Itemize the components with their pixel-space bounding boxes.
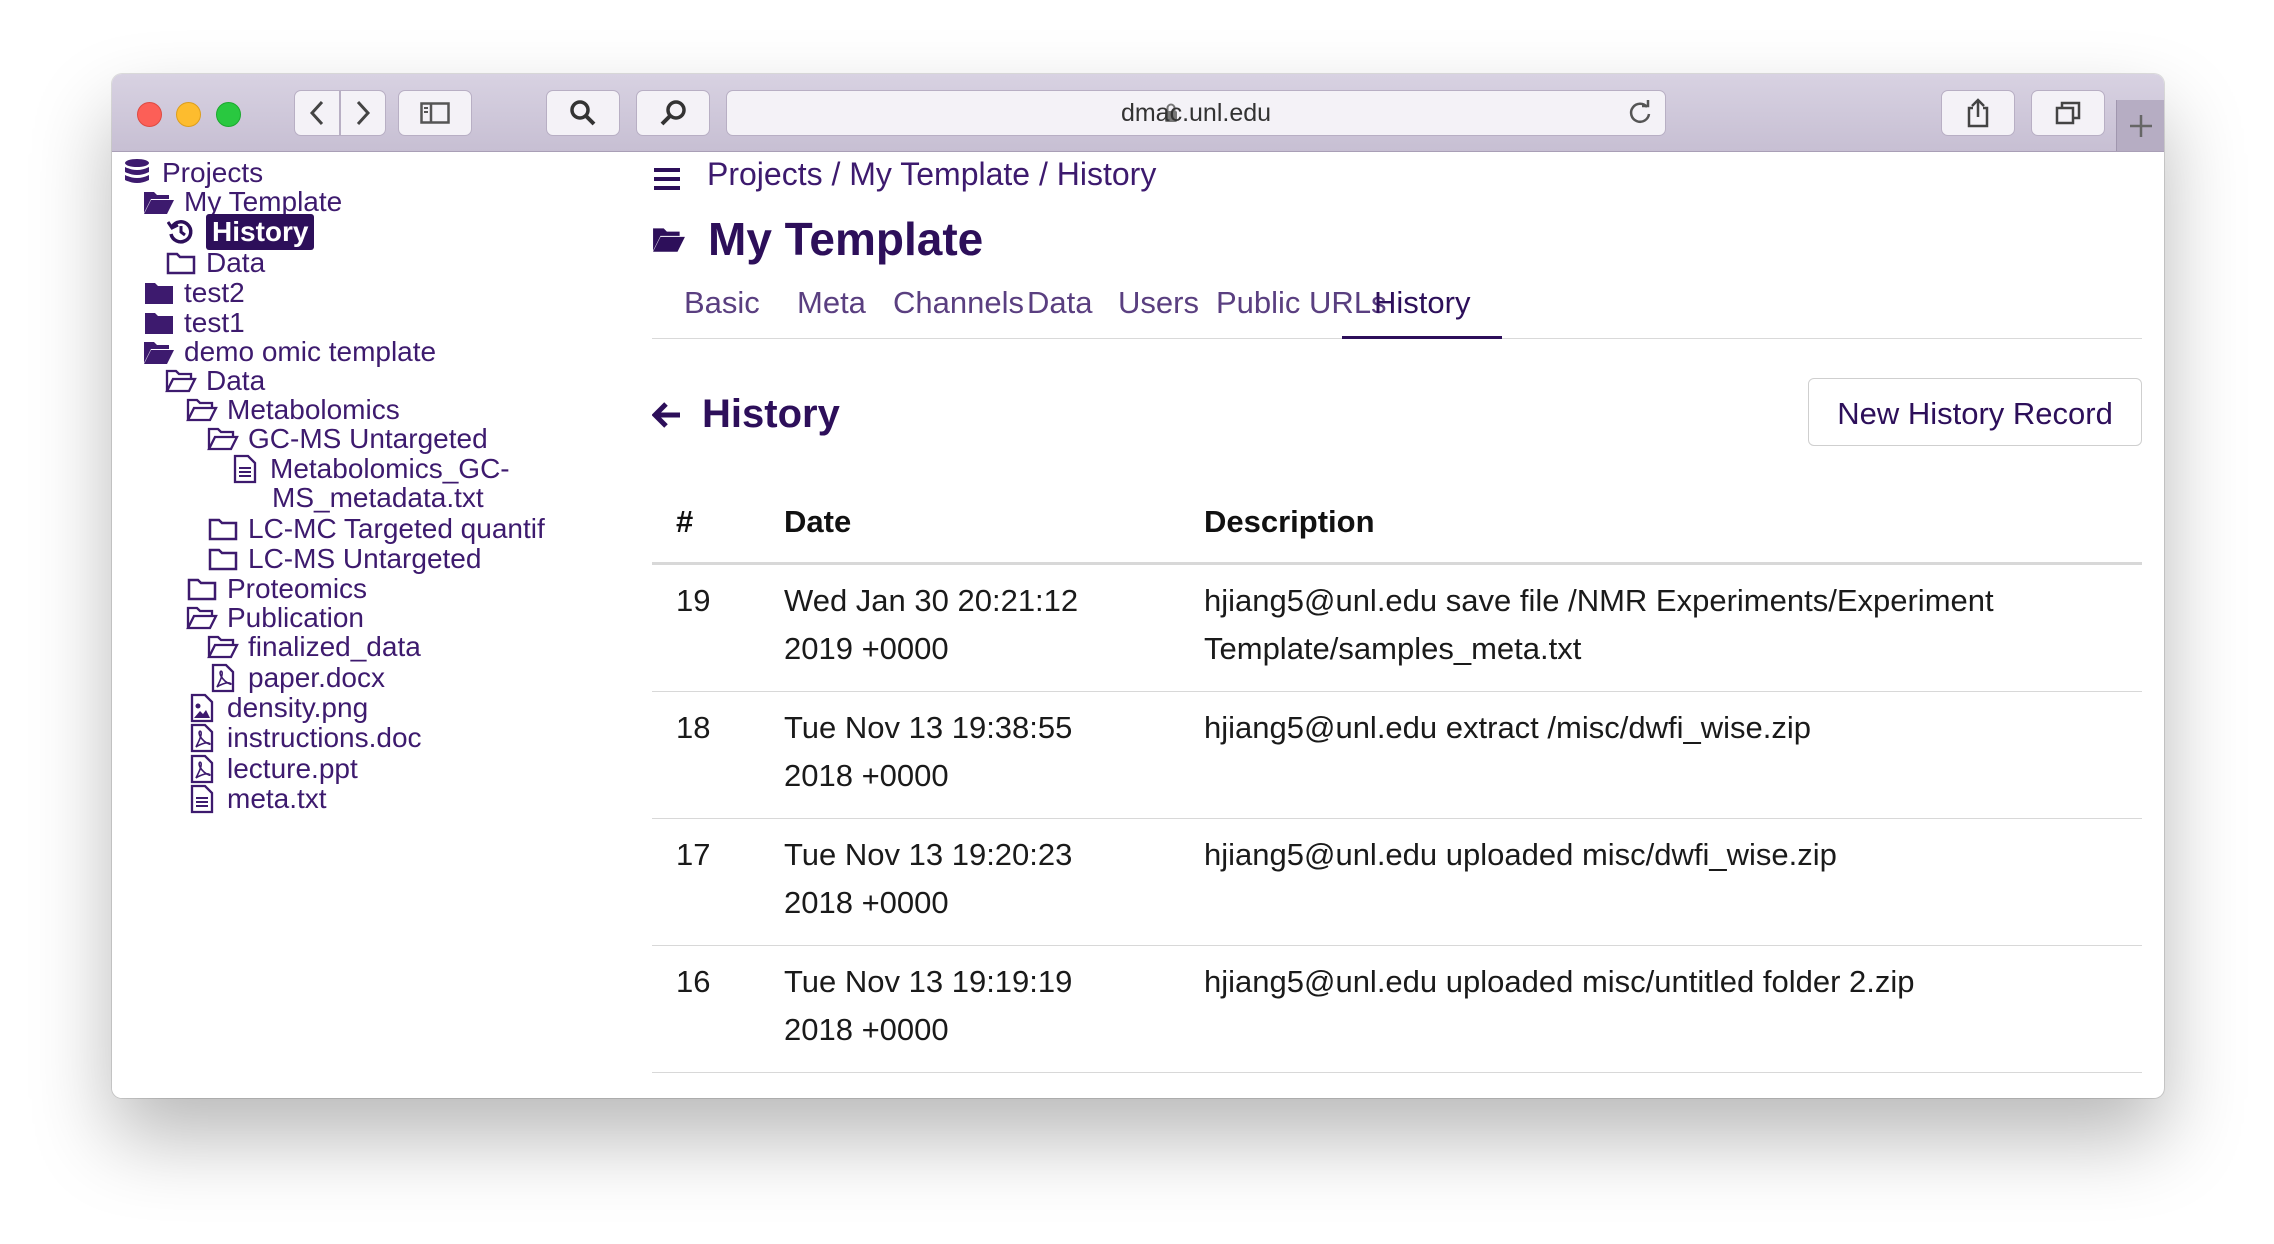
row-date-line: Wed Jan 30 20:21:12 (784, 583, 1079, 618)
find-button[interactable] (636, 90, 710, 136)
close-window-button[interactable] (137, 102, 162, 127)
row-date: Tue Nov 13 19:19:19 2018 +0000 (784, 945, 1204, 1073)
tabs-icon (2055, 101, 2081, 125)
minimize-window-button[interactable] (176, 102, 201, 127)
folder-open-icon (653, 228, 685, 252)
row-date-line: 2018 +0000 (784, 885, 949, 920)
row-description-line: hjiang5@unl.edu uploaded misc/untitled f… (1204, 964, 1915, 999)
row-description: hjiang5@unl.edu save file /NMR Experimen… (1204, 563, 2142, 692)
table-row[interactable]: 16 Tue Nov 13 19:19:19 2018 +0000 hjiang5… (652, 945, 2142, 1073)
file-text-icon (185, 784, 219, 814)
row-description: hjiang5@unl.edu extract /misc/dwfi_wise.… (1204, 691, 2142, 819)
row-description: hjiang5@unl.edu uploaded misc/untitled f… (1204, 945, 2142, 1073)
row-description: hjiang5@unl.edu uploaded misc/dwfi_wise.… (1204, 818, 2142, 946)
project-tree-sidebar: Projects My Template History Data test2 … (112, 152, 632, 1098)
forward-button[interactable] (340, 90, 386, 136)
row-number: 19 (652, 563, 784, 692)
breadcrumb-history: History (1056, 156, 1157, 192)
tree-item-meta-txt[interactable]: meta.txt (185, 779, 327, 819)
row-description-line: hjiang5@unl.edu uploaded misc/dwfi_wise.… (1204, 837, 1837, 872)
search-icon (570, 100, 596, 126)
row-description-line: hjiang5@unl.edu save file /NMR Experimen… (1204, 583, 1994, 618)
column-header-description: Description (1204, 482, 2142, 565)
breadcrumb: Projects / My Template / History (707, 156, 1156, 193)
page-title: My Template (708, 213, 984, 265)
row-date-line: 2019 +0000 (784, 631, 949, 666)
zoom-window-button[interactable] (216, 102, 241, 127)
search-button[interactable] (546, 90, 620, 136)
new-history-record-button[interactable]: New History Record (1808, 378, 2142, 446)
project-tabs: Basic Meta Channels Data Users Public UR… (652, 285, 2142, 339)
column-header-number: # (652, 482, 784, 565)
row-date: Wed Jan 30 20:21:12 2019 +0000 (784, 563, 1204, 692)
table-row[interactable]: 17 Tue Nov 13 19:20:23 2018 +0000 hjiang5… (652, 818, 2142, 946)
file-text-icon (228, 454, 262, 484)
sidebar-icon (420, 102, 450, 124)
breadcrumb-my-template[interactable]: My Template (849, 156, 1030, 193)
chevron-right-icon (356, 100, 371, 126)
table-header-row: # Date Description (652, 482, 2142, 565)
hamburger-menu-icon[interactable] (652, 166, 682, 192)
row-date-line: 2018 +0000 (784, 758, 949, 793)
share-button[interactable] (1941, 90, 2015, 136)
breadcrumb-projects[interactable]: Projects (707, 156, 823, 193)
tab-history[interactable]: History (1342, 278, 1503, 339)
history-section-header: History (652, 392, 840, 437)
section-title: History (702, 392, 840, 436)
arrow-left-icon[interactable] (652, 401, 682, 429)
row-date-line: Tue Nov 13 19:38:55 (784, 710, 1073, 745)
new-tab-button[interactable] (2116, 100, 2164, 151)
row-description-line: hjiang5@unl.edu extract /misc/dwfi_wise.… (1204, 710, 1811, 745)
row-date-line: Tue Nov 13 19:20:23 (784, 837, 1073, 872)
row-number: 18 (652, 691, 784, 819)
row-description-line: Template/samples_meta.txt (1204, 631, 1582, 666)
page-header: My Template (652, 212, 983, 266)
url-text: dmac.unl.edu (1120, 99, 1272, 127)
back-button[interactable] (294, 90, 340, 136)
browser-window: dmac.unl.edu Projects My Template Histor… (112, 74, 2164, 1098)
browser-toolbar: dmac.unl.edu (112, 74, 2164, 152)
chevron-left-icon (309, 100, 324, 126)
row-date: Tue Nov 13 19:20:23 2018 +0000 (784, 818, 1204, 946)
row-number: 17 (652, 818, 784, 946)
breadcrumb-separator: / (1030, 156, 1057, 192)
sidebar-toggle-button[interactable] (398, 90, 472, 136)
table-row[interactable]: 18 Tue Nov 13 19:38:55 2018 +0000 hjiang5… (652, 691, 2142, 819)
tabs-overview-button[interactable] (2031, 90, 2105, 136)
column-header-date: Date (784, 482, 1204, 565)
breadcrumb-separator: / (822, 156, 850, 192)
history-table: # Date Description 19 Wed Jan 30 20:21:1… (652, 482, 2142, 1073)
row-date-line: 2018 +0000 (784, 1012, 949, 1047)
address-bar[interactable]: dmac.unl.edu (726, 90, 1666, 136)
table-row[interactable]: 19 Wed Jan 30 20:21:12 2019 +0000 hjiang5… (652, 563, 2142, 692)
row-date: Tue Nov 13 19:38:55 2018 +0000 (784, 691, 1204, 819)
main-content: Projects / My Template / History My Temp… (652, 152, 2142, 1098)
reload-icon[interactable] (1627, 100, 1653, 126)
share-icon (1967, 98, 1989, 128)
magnifier-icon (660, 100, 686, 126)
row-number: 16 (652, 945, 784, 1073)
row-date-line: Tue Nov 13 19:19:19 (784, 964, 1073, 999)
plus-icon (2130, 115, 2152, 137)
